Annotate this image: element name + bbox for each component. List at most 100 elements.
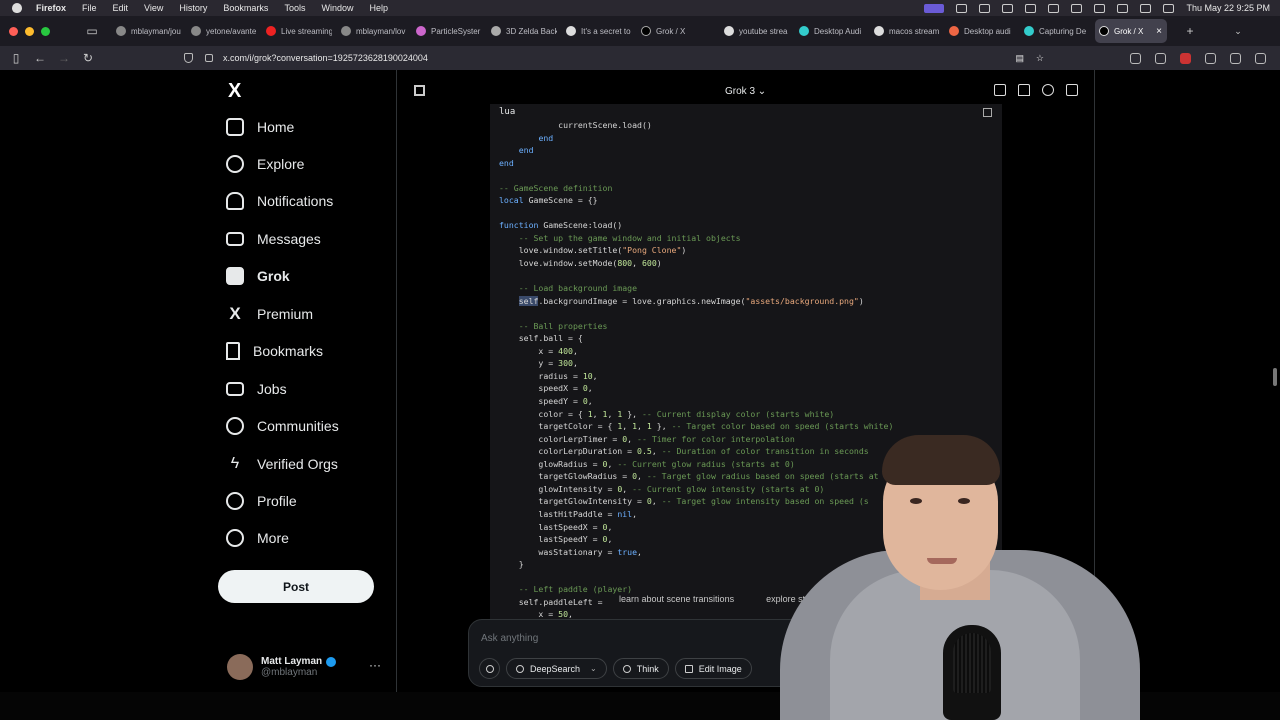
- menu-history[interactable]: History: [179, 3, 207, 13]
- menu-file[interactable]: File: [82, 3, 97, 13]
- deepsearch-button[interactable]: DeepSearch ⌄: [506, 658, 607, 679]
- edit-image-button[interactable]: Edit Image: [674, 658, 752, 679]
- sidebar-toggle-icon[interactable]: ▯: [4, 51, 28, 65]
- browser-tab[interactable]: Live streaming: [262, 19, 332, 43]
- search-icon[interactable]: [1117, 3, 1129, 13]
- browser-tab[interactable]: Desktop audi: [945, 19, 1015, 43]
- briefcase-icon: [226, 382, 244, 396]
- account-icon[interactable]: [1155, 52, 1166, 64]
- chevron-down-icon[interactable]: ⌄: [1226, 26, 1250, 37]
- browser-tab[interactable]: 3D Zelda Back: [487, 19, 557, 43]
- lightning-icon: ϟ: [230, 455, 240, 472]
- apple-icon[interactable]: [12, 3, 22, 13]
- minimize-window-button[interactable]: [25, 26, 34, 36]
- lock-icon[interactable]: [205, 54, 213, 62]
- address-bar[interactable]: x.com/i/grok?conversation=19257236281900…: [178, 49, 1058, 67]
- sidebar-item-profile[interactable]: Profile: [226, 488, 297, 514]
- menu-edit[interactable]: Edit: [113, 3, 129, 13]
- browser-tab[interactable]: youtube strea: [720, 19, 790, 43]
- url-text[interactable]: x.com/i/grok?conversation=19257236281900…: [223, 53, 428, 63]
- think-button[interactable]: Think: [612, 658, 669, 679]
- more-icon[interactable]: ···: [369, 658, 381, 672]
- sidebar-item-communities[interactable]: Communities: [226, 413, 339, 439]
- sidebar-item-explore[interactable]: Explore: [226, 151, 304, 177]
- close-window-button[interactable]: [9, 26, 18, 36]
- x-icon: [1099, 26, 1109, 36]
- browser-tab[interactable]: ParticleSyster: [412, 19, 482, 43]
- menu-firefox[interactable]: Firefox: [36, 3, 66, 13]
- code-language-label: lua: [499, 107, 516, 117]
- sidebar-item-bookmarks[interactable]: Bookmarks: [226, 338, 323, 364]
- menu-view[interactable]: View: [144, 3, 163, 13]
- sidebar-item-more[interactable]: More: [226, 525, 289, 551]
- extension-icon[interactable]: [1205, 52, 1216, 64]
- suggestion-chip[interactable]: learn about scene transitions: [619, 594, 734, 604]
- share-icon[interactable]: [994, 84, 1006, 96]
- x-logo[interactable]: X: [228, 80, 241, 103]
- history-icon[interactable]: [1042, 84, 1054, 96]
- tab-overview-icon[interactable]: ▭: [80, 24, 104, 38]
- browser-tab[interactable]: Desktop Audi: [795, 19, 865, 43]
- post-button[interactable]: Post: [218, 570, 374, 603]
- menu-bookmarks[interactable]: Bookmarks: [223, 3, 268, 13]
- wifi-icon[interactable]: [1094, 3, 1106, 13]
- sidebar-item-messages[interactable]: Messages: [226, 226, 321, 252]
- battery-icon[interactable]: [1025, 3, 1037, 13]
- model-selector[interactable]: Grok 3 ⌄: [725, 86, 766, 97]
- zoom-window-button[interactable]: [41, 26, 50, 36]
- extensions-icon[interactable]: [1230, 52, 1241, 64]
- browser-tab[interactable]: yetone/avante: [187, 19, 257, 43]
- deepsearch-icon: [516, 664, 524, 673]
- microphone: [943, 625, 1001, 720]
- paperclip-icon: [485, 664, 494, 673]
- reader-icon[interactable]: ▤: [1015, 53, 1024, 64]
- browser-tab-active[interactable]: Grok / X ×: [1095, 19, 1167, 43]
- status-icon[interactable]: [956, 3, 968, 13]
- headphones-icon[interactable]: [1048, 3, 1060, 13]
- copy-icon[interactable]: [983, 108, 992, 117]
- status-icon[interactable]: [979, 3, 991, 13]
- shield-icon[interactable]: [184, 53, 193, 63]
- browser-tab[interactable]: macos stream: [870, 19, 940, 43]
- close-tab-icon[interactable]: ×: [1156, 26, 1162, 37]
- screen-record-icon[interactable]: [924, 3, 945, 13]
- star-icon[interactable]: ☆: [1036, 53, 1044, 64]
- sidebar-item-jobs[interactable]: Jobs: [226, 376, 287, 402]
- sidebar-item-verified-orgs[interactable]: ϟ Verified Orgs: [226, 451, 338, 477]
- browser-tab[interactable]: mblayman/lov: [337, 19, 407, 43]
- forward-icon[interactable]: →: [52, 51, 76, 65]
- sidebar-item-grok[interactable]: Grok: [226, 263, 290, 289]
- menu-tools[interactable]: Tools: [284, 3, 305, 13]
- menubar-clock[interactable]: Thu May 22 9:25 PM: [1186, 3, 1270, 13]
- pocket-icon[interactable]: [1130, 52, 1141, 64]
- browser-tab[interactable]: Capturing De: [1020, 19, 1090, 43]
- menu-icon[interactable]: [1255, 52, 1266, 64]
- github-icon: [341, 26, 351, 36]
- control-center-icon[interactable]: [1140, 3, 1152, 13]
- status-icon[interactable]: [1071, 3, 1083, 13]
- status-icon[interactable]: [1002, 3, 1014, 13]
- input-tools: DeepSearch ⌄ Think Edit Image: [479, 658, 752, 679]
- back-icon[interactable]: ←: [28, 51, 52, 65]
- attach-button[interactable]: [479, 658, 500, 679]
- menu-help[interactable]: Help: [369, 3, 388, 13]
- browser-tab[interactable]: mblayman/jou: [112, 19, 182, 43]
- reload-icon[interactable]: ↻: [76, 51, 100, 65]
- fullscreen-icon[interactable]: [414, 85, 425, 96]
- page-scrollbar[interactable]: [1273, 368, 1277, 386]
- sidebar-item-home[interactable]: Home: [226, 114, 294, 140]
- sidebar-item-notifications[interactable]: Notifications: [226, 188, 333, 214]
- browser-tab[interactable]: Grok / X: [637, 19, 707, 43]
- new-tab-icon[interactable]: +: [1178, 24, 1202, 38]
- adblock-icon[interactable]: [1180, 52, 1191, 64]
- new-chat-icon[interactable]: [1066, 84, 1078, 96]
- menu-window[interactable]: Window: [321, 3, 353, 13]
- sidebar-item-premium[interactable]: X Premium: [226, 301, 313, 327]
- chevron-down-icon[interactable]: ⌄: [590, 664, 597, 673]
- browser-tab[interactable]: It's a secret to: [562, 19, 632, 43]
- account-switcher[interactable]: Matt Layman @mblayman ···: [227, 652, 387, 682]
- eye: [958, 498, 970, 504]
- bookmark-icon[interactable]: [1018, 84, 1030, 96]
- siri-icon[interactable]: [1163, 3, 1175, 13]
- x-icon: X: [229, 304, 241, 323]
